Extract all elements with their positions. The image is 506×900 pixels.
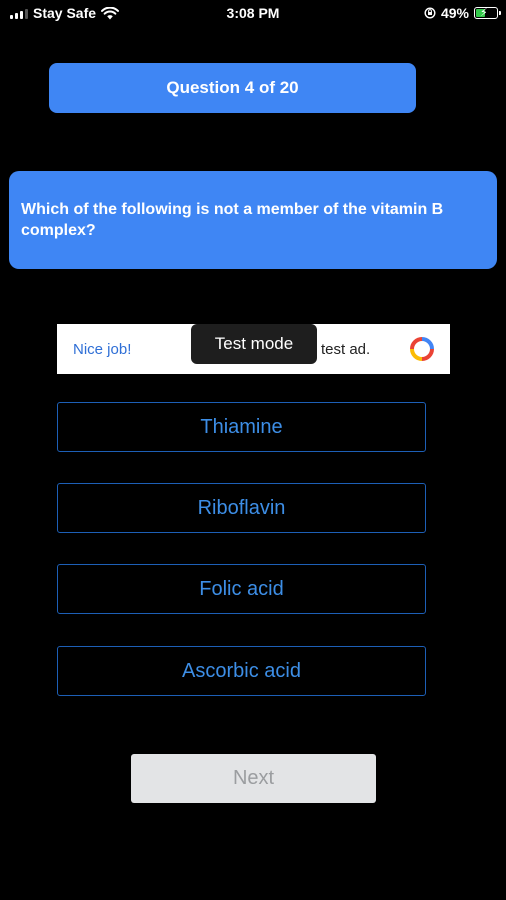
battery-percent: 49% bbox=[440, 5, 469, 21]
question-counter: Question 4 of 20 bbox=[49, 63, 416, 113]
ad-right-text: test ad. bbox=[321, 341, 371, 358]
answer-option-4[interactable]: Ascorbic acid bbox=[57, 646, 426, 696]
status-bar: Stay Safe 3:08 PM 49% ⚡ bbox=[0, 0, 506, 28]
battery-icon: ⚡ bbox=[474, 7, 501, 19]
answer-option-3[interactable]: Folic acid bbox=[57, 564, 426, 614]
orientation-lock-icon bbox=[424, 7, 436, 19]
answer-option-2[interactable]: Riboflavin bbox=[57, 483, 426, 533]
test-mode-badge: Test mode bbox=[191, 324, 317, 364]
charging-bolt-icon: ⚡ bbox=[480, 7, 488, 19]
next-button[interactable]: Next bbox=[131, 754, 376, 803]
ad-left-text: Nice job! bbox=[73, 341, 132, 358]
ad-network-logo-icon[interactable] bbox=[409, 336, 435, 362]
status-right: 49% ⚡ bbox=[424, 5, 501, 21]
answer-option-1[interactable]: Thiamine bbox=[57, 402, 426, 452]
question-text: Which of the following is not a member o… bbox=[9, 171, 497, 269]
